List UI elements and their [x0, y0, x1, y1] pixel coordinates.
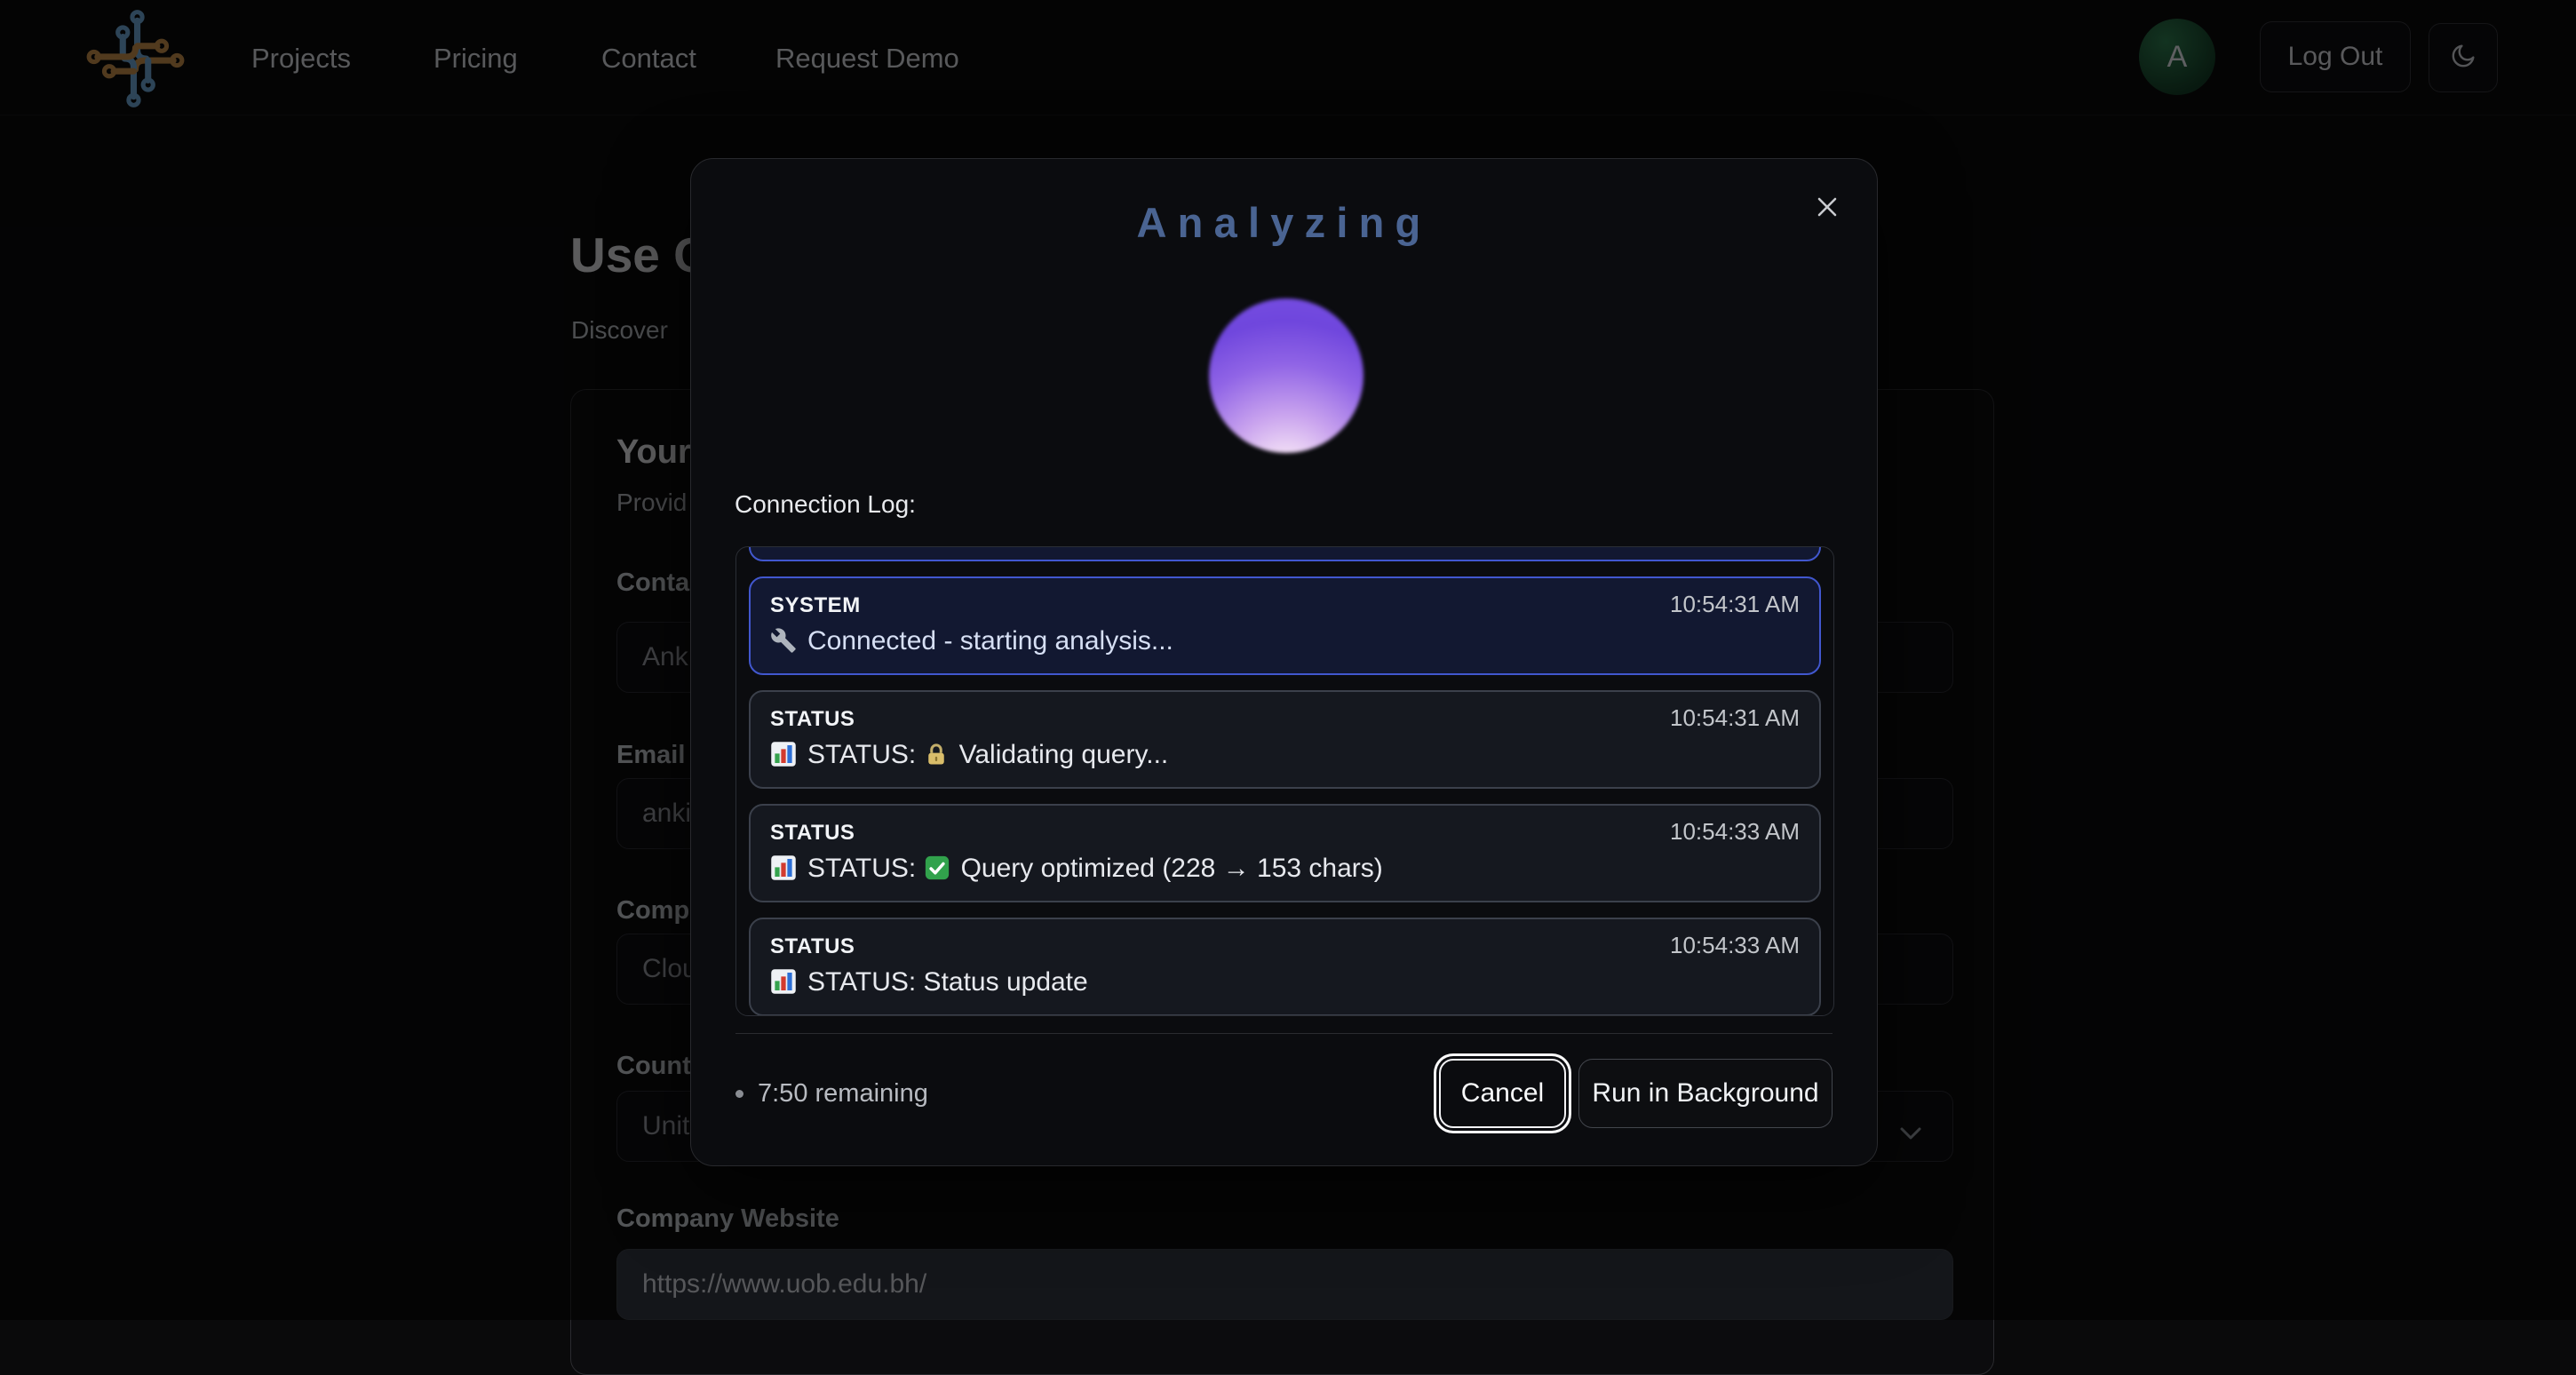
log-entry-message: Connected - starting analysis... [770, 624, 1800, 663]
bar-chart-icon [770, 854, 797, 890]
log-entry-message: STATUS: Query optimized (228 → 153 chars… [770, 852, 1800, 890]
status-dot-icon [735, 1090, 743, 1098]
connection-log[interactable]: SYSTEM 10:54:31 AM Connected - starting an… [735, 546, 1834, 1016]
log-entry: STATUS 10:54:33 AM STATUS: Query optimized… [749, 804, 1821, 902]
check-icon [924, 854, 950, 890]
analyzing-orb [1209, 298, 1364, 453]
log-entry-type: STATUS [770, 934, 855, 959]
log-entry-message: STATUS: Validating query... [770, 738, 1800, 776]
log-entry-time: 10:54:31 AM [1670, 591, 1800, 618]
log-entry-time: 10:54:31 AM [1670, 704, 1800, 732]
log-entries: SYSTEM 10:54:31 AM Connected - starting an… [749, 546, 1821, 1016]
log-entry-message: STATUS: Status update [770, 966, 1800, 1004]
log-entry-type: SYSTEM [770, 593, 861, 618]
bar-chart-icon [770, 741, 797, 776]
log-entry-partial-top [749, 546, 1821, 561]
wrench-icon [770, 627, 797, 663]
log-entry: SYSTEM 10:54:31 AM Connected - starting an… [749, 576, 1821, 675]
log-entry-type: STATUS [770, 707, 855, 732]
log-entry: STATUS 10:54:31 AM STATUS: Validating quer… [749, 690, 1821, 789]
log-entry-type: STATUS [770, 821, 855, 846]
footer-divider [735, 1033, 1833, 1034]
run-in-background-button[interactable]: Run in Background [1578, 1059, 1833, 1128]
log-entry-time: 10:54:33 AM [1670, 932, 1800, 959]
modal-footer: 7:50 remaining Cancel Run in Background [735, 1055, 1833, 1132]
connection-log-label: Connection Log: [735, 490, 916, 519]
time-remaining: 7:50 remaining [735, 1079, 928, 1109]
analyzing-modal: Analyzing Connection Log: SYSTEM 10:54:31… [690, 158, 1878, 1166]
cancel-button[interactable]: Cancel [1439, 1059, 1566, 1128]
log-entry: STATUS 10:54:33 AM STATUS: Status update [749, 918, 1821, 1016]
log-entry-time: 10:54:33 AM [1670, 818, 1800, 846]
bar-chart-icon [770, 968, 797, 1004]
lock-icon [924, 743, 949, 776]
modal-title: Analyzing [691, 198, 1877, 247]
